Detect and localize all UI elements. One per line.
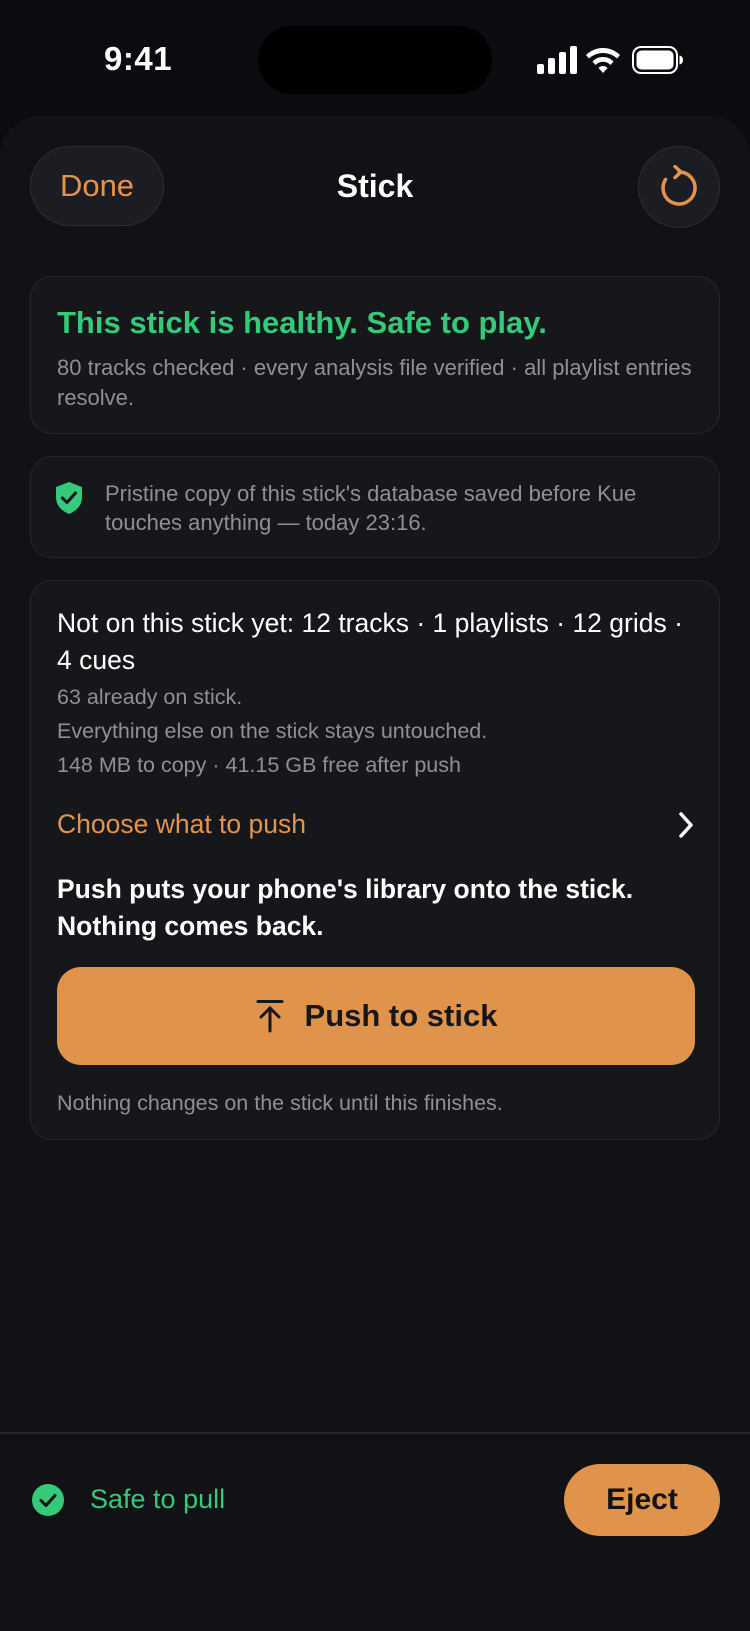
nav-bar: Done Stick [0, 116, 750, 256]
battery-icon [632, 46, 683, 74]
cellular-signal-icon [537, 46, 577, 74]
untouched-note: Everything else on the stick stays untou… [57, 719, 488, 743]
upload-arrow-icon [256, 1000, 284, 1033]
eject-button[interactable]: Eject [564, 1464, 720, 1536]
push-explanation: Push puts your phone's library onto the … [57, 874, 634, 941]
health-subtitle: 80 tracks checked · every analysis file … [57, 355, 692, 410]
push-footnote: Nothing changes on the stick until this … [57, 1091, 503, 1115]
wifi-icon [586, 48, 620, 73]
health-title: This stick is healthy. Safe to play. [57, 305, 547, 340]
backup-card: Pristine copy of this stick's database s… [30, 456, 720, 558]
stick-sheet: Done Stick This stick is healthy. Safe t… [0, 116, 750, 1631]
choose-what-to-push-row[interactable]: Choose what to push [57, 805, 697, 845]
refresh-icon [661, 165, 697, 206]
chevron-right-icon [679, 812, 693, 838]
stick-screen: 9:41 Done Stick This stick is healthy. S… [0, 0, 750, 1631]
push-summary: Not on this stick yet: 12 tracks · 1 pla… [57, 608, 683, 675]
check-circle-icon [32, 1484, 64, 1516]
refresh-button[interactable] [638, 146, 720, 228]
safe-to-pull-status: Safe to pull [90, 1484, 226, 1514]
push-to-stick-button[interactable]: Push to stick [57, 967, 695, 1065]
health-card: This stick is healthy. Safe to play. 80 … [30, 276, 720, 434]
bottom-divider [0, 1432, 750, 1434]
shield-check-icon [56, 482, 82, 514]
status-bar: 9:41 [0, 0, 750, 118]
already-on-stick: 63 already on stick. [57, 685, 243, 709]
dynamic-island [258, 26, 492, 94]
backup-text: Pristine copy of this stick's database s… [105, 481, 637, 535]
push-card: Not on this stick yet: 12 tracks · 1 pla… [30, 580, 720, 1140]
copy-size: 148 MB to copy · 41.15 GB free after pus… [57, 753, 461, 777]
push-button-label: Push to stick [304, 998, 498, 1033]
status-time: 9:41 [104, 40, 173, 77]
choose-label: Choose what to push [57, 809, 306, 839]
